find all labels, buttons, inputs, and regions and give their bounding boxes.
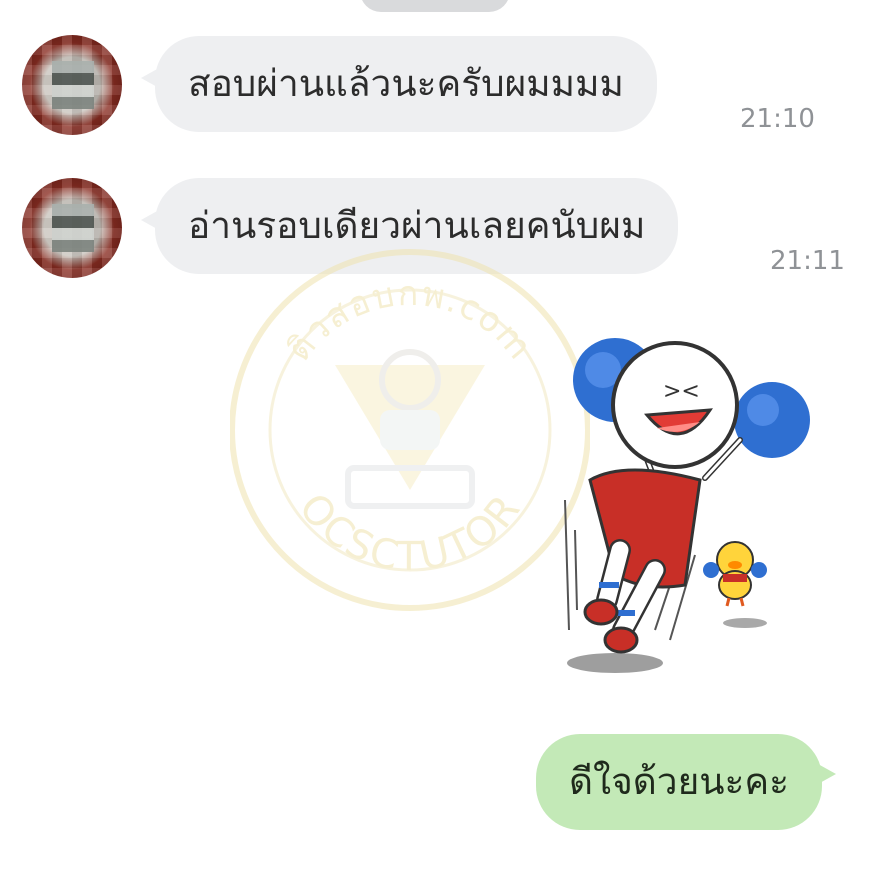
outgoing-message-bubble[interactable]: ดีใจด้วยนะคะ bbox=[536, 734, 837, 830]
avatar-image bbox=[52, 61, 94, 109]
message-timestamp: 21:11 bbox=[770, 246, 845, 276]
message-text: สอบผ่านแล้วนะครับผมมมม bbox=[188, 62, 624, 105]
watermark-bottom-text: OCSCTUTOR bbox=[290, 485, 529, 580]
previous-message-bubble-edge bbox=[360, 0, 510, 12]
pompom-right-icon bbox=[734, 382, 810, 458]
svg-text:><: >< bbox=[663, 379, 700, 404]
avatar-image bbox=[52, 204, 94, 252]
cheerleader-sticker[interactable]: >< bbox=[535, 330, 825, 680]
small-duck-icon bbox=[703, 541, 767, 607]
sender-avatar[interactable] bbox=[22, 178, 122, 278]
message-text: ดีใจด้วยนะคะ bbox=[569, 760, 790, 803]
message-timestamp: 21:10 bbox=[740, 104, 815, 134]
svg-text:OCSCTUTOR: OCSCTUTOR bbox=[290, 485, 531, 580]
sender-avatar[interactable] bbox=[22, 35, 122, 135]
incoming-message-bubble[interactable]: สอบผ่านแล้วนะครับผมมมม bbox=[141, 36, 657, 132]
